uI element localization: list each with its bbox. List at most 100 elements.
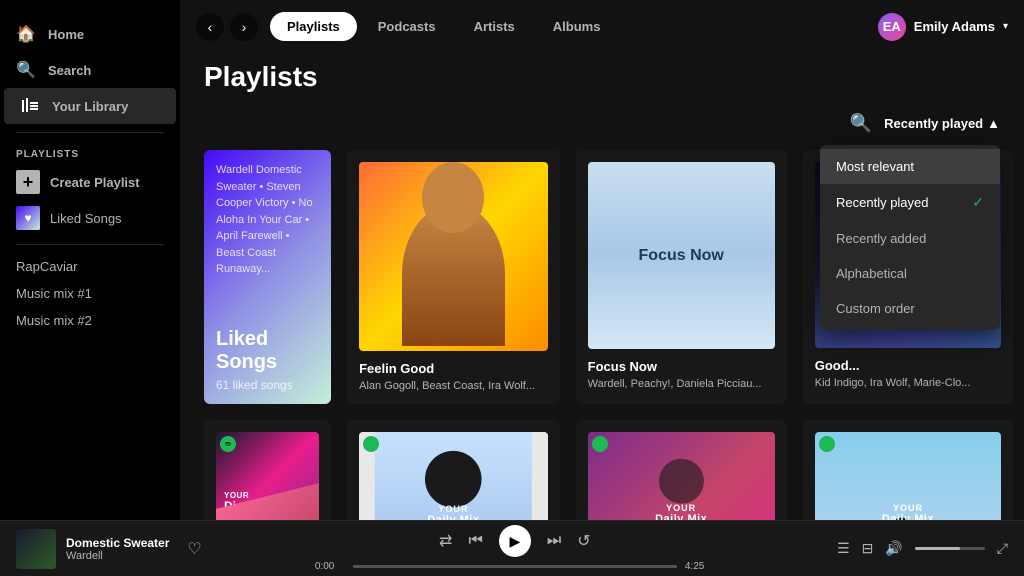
plus-icon: + [16,170,40,194]
shuffle-button[interactable]: ⇄ [439,531,452,551]
tab-playlists[interactable]: Playlists [270,12,357,41]
player-bar: Domestic Sweater Wardell ♡ ⇄ ⏮ ▶ ⏭ ↺ 0:0… [0,520,1024,576]
card-discover-weekly[interactable]: Your DiscoverWeekly Discover Weekly Made… [204,420,331,520]
card-image-daily-mix-1: Your Daily Mix 1 [359,432,548,520]
spotify-badge-dm1 [363,436,379,452]
most-relevant-label: Most relevant [836,159,914,174]
fullscreen-button[interactable]: ⤢ [997,540,1008,557]
spotify-badge-discover [220,436,236,452]
player-artist: Wardell [66,550,169,562]
card-daily-mix-2[interactable]: Your Daily Mix 2 Daily Mix 2 The Serious… [576,420,787,520]
card-liked-songs[interactable]: Wardell Domestic Sweater • Steven Cooper… [204,150,331,404]
liked-songs-card-content: Wardell Domestic Sweater • Steven Cooper… [216,162,319,392]
top-nav: ‹ › Playlists Podcasts Artists Albums EA… [180,0,1024,53]
sidebar-item-music-mix-2[interactable]: Music mix #2 [0,307,180,334]
rapcaviar-label: RapCaviar [16,259,77,274]
devices-button[interactable]: ⊟ [862,540,874,557]
sidebar: 🏠 Home 🔍 Search Your Library PLAYLISTS +… [0,0,180,520]
recently-played-label: Recently played [836,195,929,210]
focus-now-label: Focus Now [639,247,724,265]
liked-songs-sidebar-item[interactable]: ♥ Liked Songs [0,200,180,236]
queue-button[interactable]: ☰ [837,540,850,557]
feelin-good-title: Feelin Good [359,361,548,376]
back-button[interactable]: ‹ [196,13,224,41]
card-focus-now[interactable]: Focus Now Focus Now Wardell, Peachy!, Da… [576,150,787,404]
create-playlist-item[interactable]: + Create Playlist [0,164,180,200]
spotify-badge-dm3 [819,436,835,452]
dropdown-item-recently-added[interactable]: Recently added [820,221,1000,256]
filter-search-button[interactable]: 🔍 [850,113,872,134]
good-energy-subtitle: Kid Indigo, Ira Wolf, Marie-Clo... [815,377,1001,389]
good-energy-title: Good... [815,358,1001,373]
card-feelin-good[interactable]: Feelin Good Alan Gogoll, Beast Coast, Ir… [347,150,560,404]
sidebar-item-library[interactable]: Your Library [4,88,176,124]
dropdown-item-custom-order[interactable]: Custom order [820,291,1000,326]
sidebar-item-home[interactable]: 🏠 Home [0,16,180,52]
sidebar-item-search[interactable]: 🔍 Search [0,52,180,88]
card-daily-mix-3[interactable]: Your Daily Mix 3 Daily Mix 3 Marie-Clo, … [803,420,1013,520]
repeat-button[interactable]: ↺ [577,531,590,551]
player-right-controls: ☰ ⊟ 🔊 ⤢ [828,540,1008,557]
volume-bar[interactable] [915,547,985,550]
sidebar-item-music-mix-1[interactable]: Music mix #1 [0,280,180,307]
main-area: ‹ › Playlists Podcasts Artists Albums EA… [180,0,1024,520]
liked-songs-title: Liked Songs [216,328,319,374]
card-image-focus-now: Focus Now [588,162,775,349]
create-playlist-label: Create Playlist [50,175,140,190]
tab-albums[interactable]: Albums [536,12,618,41]
alphabetical-label: Alphabetical [836,266,907,281]
player-text: Domestic Sweater Wardell [66,536,169,562]
liked-songs-scrolling-text: Wardell Domestic Sweater • Steven Cooper… [216,162,319,278]
card-image-daily-mix-3: Your Daily Mix 3 [815,432,1001,520]
check-icon: ✓ [972,194,984,211]
sidebar-divider [16,132,164,133]
volume-fill [915,547,961,550]
liked-songs-label: Liked Songs [50,211,122,226]
sidebar-item-rapcaviar[interactable]: RapCaviar [0,253,180,280]
dropdown-item-alphabetical[interactable]: Alphabetical [820,256,1000,291]
tab-podcasts[interactable]: Podcasts [361,12,453,41]
focus-now-subtitle: Wardell, Peachy!, Daniela Picciau... [588,378,775,390]
card-image-daily-mix-2: Your Daily Mix 2 [588,432,775,520]
forward-button[interactable]: › [230,13,258,41]
total-time: 4:25 [685,561,715,572]
dropdown-item-recently-played[interactable]: Recently played ✓ [820,184,1000,221]
thumbnail-image [16,529,56,569]
user-profile[interactable]: EA Emily Adams ▾ [878,13,1008,41]
daily-mix-1-overlay: Your Daily Mix 1 [427,504,479,520]
current-time: 0:00 [315,561,345,572]
home-icon: 🏠 [16,24,36,44]
music-mix-2-label: Music mix #2 [16,313,92,328]
nav-arrows: ‹ › [196,13,258,41]
sidebar-search-label: Search [48,63,91,78]
user-name: Emily Adams [914,19,995,34]
daily-mix-3-overlay: Your Daily Mix 3 [882,503,934,520]
liked-songs-icon: ♥ [16,206,40,230]
card-daily-mix-1[interactable]: Your Daily Mix 1 Daily Mix 1 Gene Evaro … [347,420,560,520]
sort-label: Recently played [884,116,983,131]
prev-button[interactable]: ⏮ [468,532,482,550]
progress-bar[interactable] [353,565,677,568]
feelin-good-subtitle: Alan Gogoll, Beast Coast, Ira Wolf... [359,380,548,392]
volume-button[interactable]: 🔊 [885,540,902,557]
library-icon [20,96,40,116]
dropdown-item-most-relevant[interactable]: Most relevant [820,149,1000,184]
page-title: Playlists [204,61,1000,93]
card-image-feelin-good [359,162,548,351]
filter-bar: 🔍 Recently played ▲ Most relevant Recent… [204,113,1000,134]
play-pause-button[interactable]: ▶ [499,525,531,557]
focus-now-title: Focus Now [588,359,775,374]
page-content: Playlists 🔍 Recently played ▲ Most relev… [180,53,1024,520]
avatar: EA [878,13,906,41]
liked-songs-count: 61 liked songs [216,378,319,392]
search-icon: 🔍 [16,60,36,80]
sidebar-library-label: Your Library [52,99,128,114]
sort-button[interactable]: Recently played ▲ [884,116,1000,131]
player-track-name: Domestic Sweater [66,536,169,550]
sort-chevron-icon: ▲ [987,116,1000,131]
nav-tabs: Playlists Podcasts Artists Albums [270,12,617,41]
tab-artists[interactable]: Artists [457,12,532,41]
chevron-down-icon: ▾ [1003,21,1008,32]
like-button[interactable]: ♡ [187,539,201,559]
next-button[interactable]: ⏭ [547,532,561,550]
